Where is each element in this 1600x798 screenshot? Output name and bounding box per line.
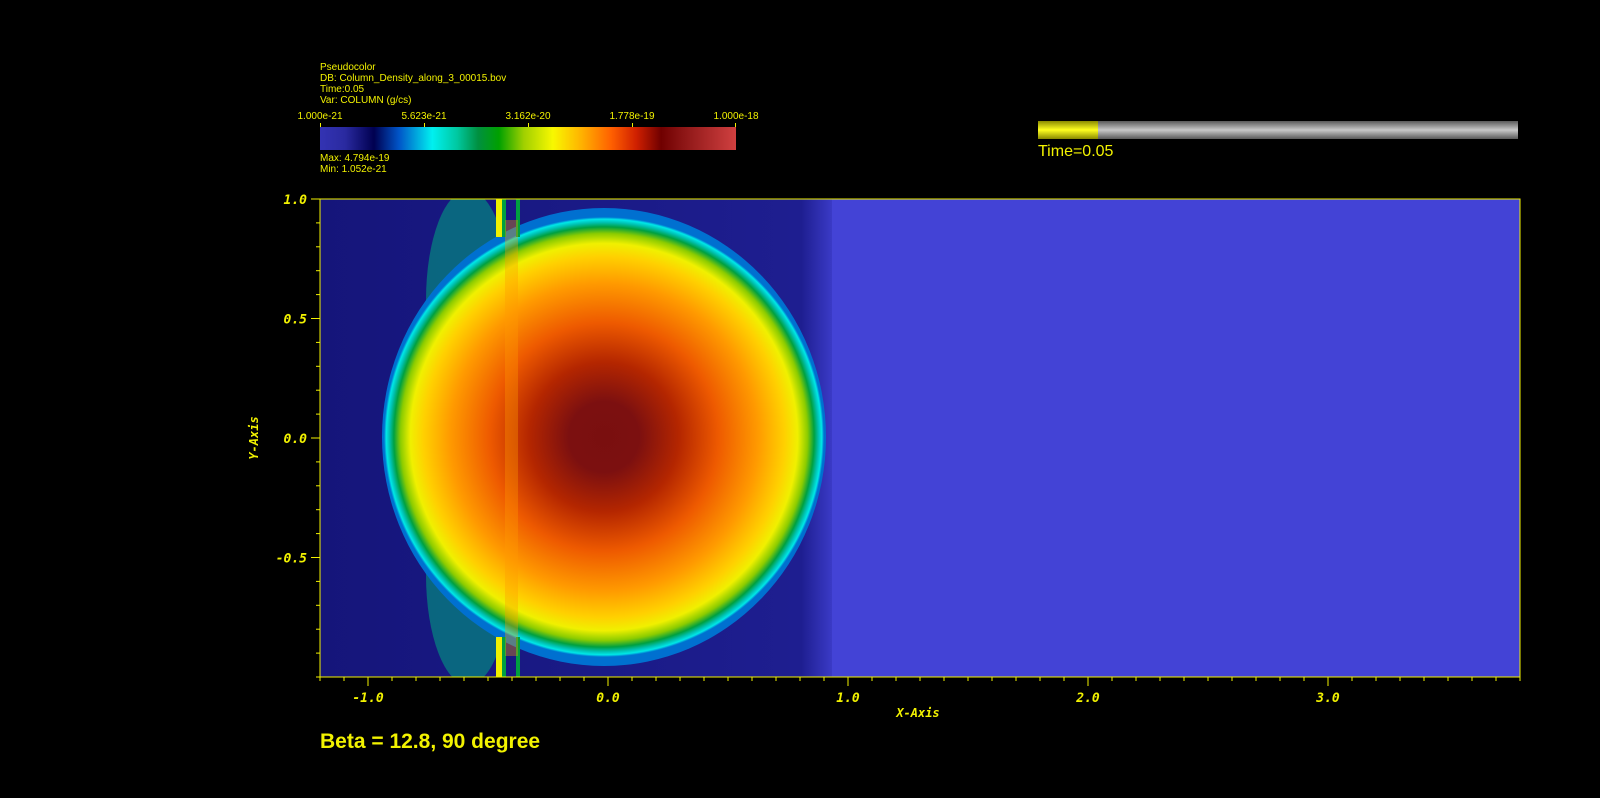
filament-bottom xyxy=(496,637,502,677)
y-axis-ticks: 1.0 0.5 0.0 -0.5 xyxy=(276,193,320,567)
x-axis-tick-label: 2.0 xyxy=(1075,691,1100,706)
x-axis-ticks: -1.0 0.0 1.0 2.0 3.0 xyxy=(352,677,1340,706)
x-axis-tick-label: 1.0 xyxy=(836,691,860,706)
x-axis-tick-label: 0.0 xyxy=(596,691,620,706)
y-axis-tick-label: 1.0 xyxy=(284,193,308,208)
density-cloud xyxy=(382,208,826,666)
density-field xyxy=(320,199,1520,677)
y-axis-tick-label: -0.5 xyxy=(276,552,307,567)
x-axis-tick-label: 3.0 xyxy=(1315,691,1340,706)
y-axis-tick-label: 0.5 xyxy=(284,313,308,328)
x-axis-tick-label: -1.0 xyxy=(352,691,383,706)
pseudocolor-plot[interactable]: -1.0 0.0 1.0 2.0 3.0 1.0 0.5 0.0 -0.5 X-Axis Y-… xyxy=(0,0,1600,798)
y-axis-tick-label: 0.0 xyxy=(284,432,308,447)
filament-top xyxy=(496,199,502,237)
y-axis-title: Y-Axis xyxy=(247,416,261,459)
x-axis-minor-ticks xyxy=(319,677,1521,681)
plot-caption: Beta = 12.8, 90 degree xyxy=(320,730,541,753)
filament-core xyxy=(505,220,518,656)
x-axis-title: X-Axis xyxy=(895,706,939,720)
